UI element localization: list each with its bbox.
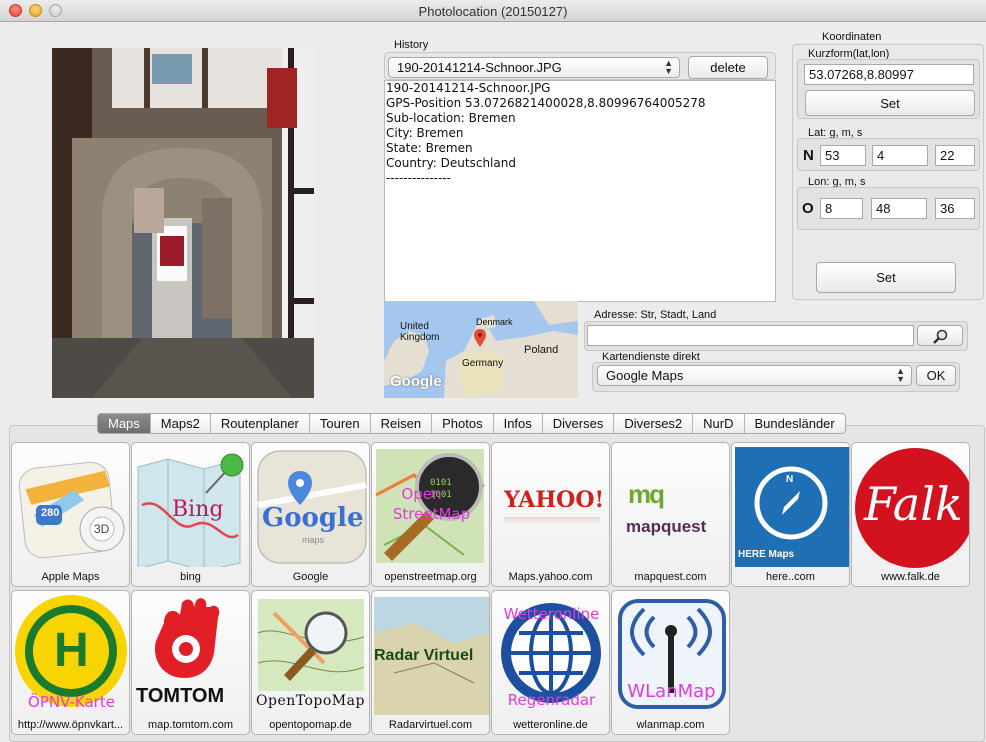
- tile-caption: Radarvirtuel.com: [388, 719, 473, 731]
- stepper-arrows-icon: ▲ ▼: [896, 366, 905, 384]
- map-label-denmark: Denmark: [476, 317, 513, 327]
- address-label: Adresse: Str, Stadt, Land: [594, 309, 717, 321]
- set-short-form-button[interactable]: Set: [805, 90, 975, 116]
- map-services-value: Google Maps: [606, 368, 684, 383]
- tab-bar: Maps Maps2 Routenplaner Touren Reisen Ph…: [97, 413, 846, 434]
- tile-tomtom[interactable]: TOMTOM map.tomtom.com: [131, 590, 250, 735]
- history-line: GPS-Position 53.0726821400028,8.80996764…: [386, 96, 706, 110]
- lat-minutes-input[interactable]: [872, 145, 928, 166]
- tile-radarvirtuel[interactable]: Radar Virtuel Radarvirtuel.com: [371, 590, 490, 735]
- here-maps-icon: N HERE Maps: [734, 445, 849, 567]
- history-line: State: Bremen: [386, 141, 473, 155]
- tile-wetteronline[interactable]: Wetteronline Regenradar wetteronline.de: [491, 590, 610, 735]
- address-input[interactable]: [587, 325, 914, 346]
- tile-caption: here..com: [766, 571, 815, 583]
- history-label: History: [394, 39, 429, 51]
- apple-maps-icon: 280 3D: [14, 445, 129, 567]
- tab-maps[interactable]: Maps: [98, 414, 151, 433]
- history-line: Sub-location: Bremen: [386, 111, 516, 125]
- bing-maps-icon: Bing: [134, 445, 249, 572]
- tile-caption: Maps.yahoo.com: [508, 571, 593, 583]
- tile-mapquest[interactable]: mq mapquest mapquest.com: [611, 442, 730, 587]
- short-form-input[interactable]: [804, 64, 974, 85]
- lon-direction: O: [802, 200, 814, 217]
- set-coordinates-button[interactable]: Set: [816, 262, 956, 293]
- map-label-germany: Germany: [462, 358, 504, 369]
- tile-caption: wlanmap.com: [636, 719, 705, 731]
- map-services-select[interactable]: Google Maps ▲ ▼: [597, 365, 912, 386]
- tab-touren[interactable]: Touren: [310, 414, 371, 433]
- tab-routenplaner[interactable]: Routenplaner: [211, 414, 310, 433]
- tile-caption: bing: [180, 571, 201, 583]
- tab-diverses2[interactable]: Diverses2: [614, 414, 694, 433]
- history-file-value: 190-20141214-Schnoor.JPG: [397, 60, 562, 75]
- tile-wlanmap[interactable]: WLanMap wlanmap.com: [611, 590, 730, 735]
- history-line: Country: Deutschland: [386, 156, 516, 170]
- tile-caption: opentopomap.de: [269, 719, 352, 731]
- search-icon: [932, 329, 948, 345]
- tab-maps2[interactable]: Maps2: [151, 414, 211, 433]
- mapquest-icon: mq mapquest: [626, 479, 707, 536]
- window-title: Photolocation (20150127): [418, 4, 568, 19]
- tile-opentopomap[interactable]: OpenTopoMap opentopomap.de: [251, 590, 370, 735]
- tomtom-icon: TOMTOM: [134, 593, 249, 715]
- stepper-arrows-icon: ▲ ▼: [664, 58, 673, 76]
- tile-falk[interactable]: Falk www.falk.de: [851, 442, 970, 587]
- tile-caption: openstreetmap.org: [384, 571, 477, 583]
- lat-degrees-input[interactable]: [820, 145, 866, 166]
- google-maps-icon: Google maps: [254, 445, 369, 567]
- tab-bundeslaender[interactable]: Bundesländer: [745, 414, 845, 433]
- tile-caption: wetteronline.de: [513, 719, 588, 731]
- title-bar: Photolocation (20150127): [0, 0, 986, 22]
- tab-photos[interactable]: Photos: [432, 414, 494, 433]
- map-preview[interactable]: Denmark United Kingdom Poland Germany Go…: [384, 301, 578, 398]
- google-logo: Google: [390, 373, 442, 390]
- falk-icon: Falk: [854, 445, 969, 568]
- wlanmap-icon: WLanMap: [614, 593, 729, 715]
- address-search-button[interactable]: [917, 325, 963, 346]
- delete-button[interactable]: delete: [688, 56, 768, 79]
- tab-infos[interactable]: Infos: [494, 414, 543, 433]
- radarvirtuel-icon: Radar Virtuel: [374, 593, 489, 715]
- tile-caption: www.falk.de: [881, 571, 940, 583]
- history-text-area[interactable]: 190-20141214-Schnoor.JPG GPS-Position 53…: [384, 80, 776, 302]
- tile-caption: http://www.öpnvkart...: [17, 719, 124, 731]
- lat-seconds-input[interactable]: [935, 145, 975, 166]
- tile-google[interactable]: Google maps Google: [251, 442, 370, 587]
- tab-nurd[interactable]: NurD: [693, 414, 745, 433]
- coords-group-label: Koordinaten: [822, 31, 882, 43]
- tile-caption: map.tomtom.com: [148, 719, 233, 731]
- history-line: City: Bremen: [386, 126, 464, 140]
- tile-here[interactable]: N HERE Maps here..com: [731, 442, 850, 587]
- lat-direction: N: [803, 147, 814, 164]
- lon-degrees-input[interactable]: [820, 198, 863, 219]
- tile-apple-maps[interactable]: 280 3D Apple Maps: [11, 442, 130, 587]
- tile-oepnv[interactable]: H ÖPNV-Karte http://www.öpnvkart...: [11, 590, 130, 735]
- tile-bing[interactable]: Bing bing: [131, 442, 250, 587]
- opentopomap-icon: OpenTopoMap: [254, 593, 369, 715]
- tab-reisen[interactable]: Reisen: [371, 414, 433, 433]
- photo-preview: [52, 48, 314, 398]
- history-line: 190-20141214-Schnoor.JPG: [386, 81, 551, 95]
- lon-seconds-input[interactable]: [935, 198, 975, 219]
- yahoo-icon: YAHOO!: [494, 445, 609, 567]
- oepnv-icon: H ÖPNV-Karte: [14, 593, 129, 715]
- tile-yahoo[interactable]: YAHOO! Maps.yahoo.com: [491, 442, 610, 587]
- app-window: Photolocation (20150127) History 190-201…: [0, 0, 986, 742]
- map-label-poland: Poland: [524, 344, 559, 356]
- history-file-select[interactable]: 190-20141214-Schnoor.JPG ▲ ▼: [388, 57, 680, 78]
- wetteronline-icon: Wetteronline Regenradar: [494, 593, 609, 715]
- tab-diverses[interactable]: Diverses: [543, 414, 615, 433]
- tile-openstreetmap[interactable]: 0101 1001 Open StreetMap openstreetmap.o…: [371, 442, 490, 587]
- tile-caption: Apple Maps: [41, 571, 100, 583]
- map-services-ok-button[interactable]: OK: [916, 365, 956, 386]
- map-label-uk: United Kingdom: [400, 321, 440, 343]
- tile-caption: Google: [292, 571, 329, 583]
- lon-minutes-input[interactable]: [871, 198, 927, 219]
- history-line: ---------------: [386, 171, 451, 185]
- openstreetmap-icon: 0101 1001 Open StreetMap: [374, 445, 489, 567]
- tile-caption: mapquest.com: [634, 571, 707, 583]
